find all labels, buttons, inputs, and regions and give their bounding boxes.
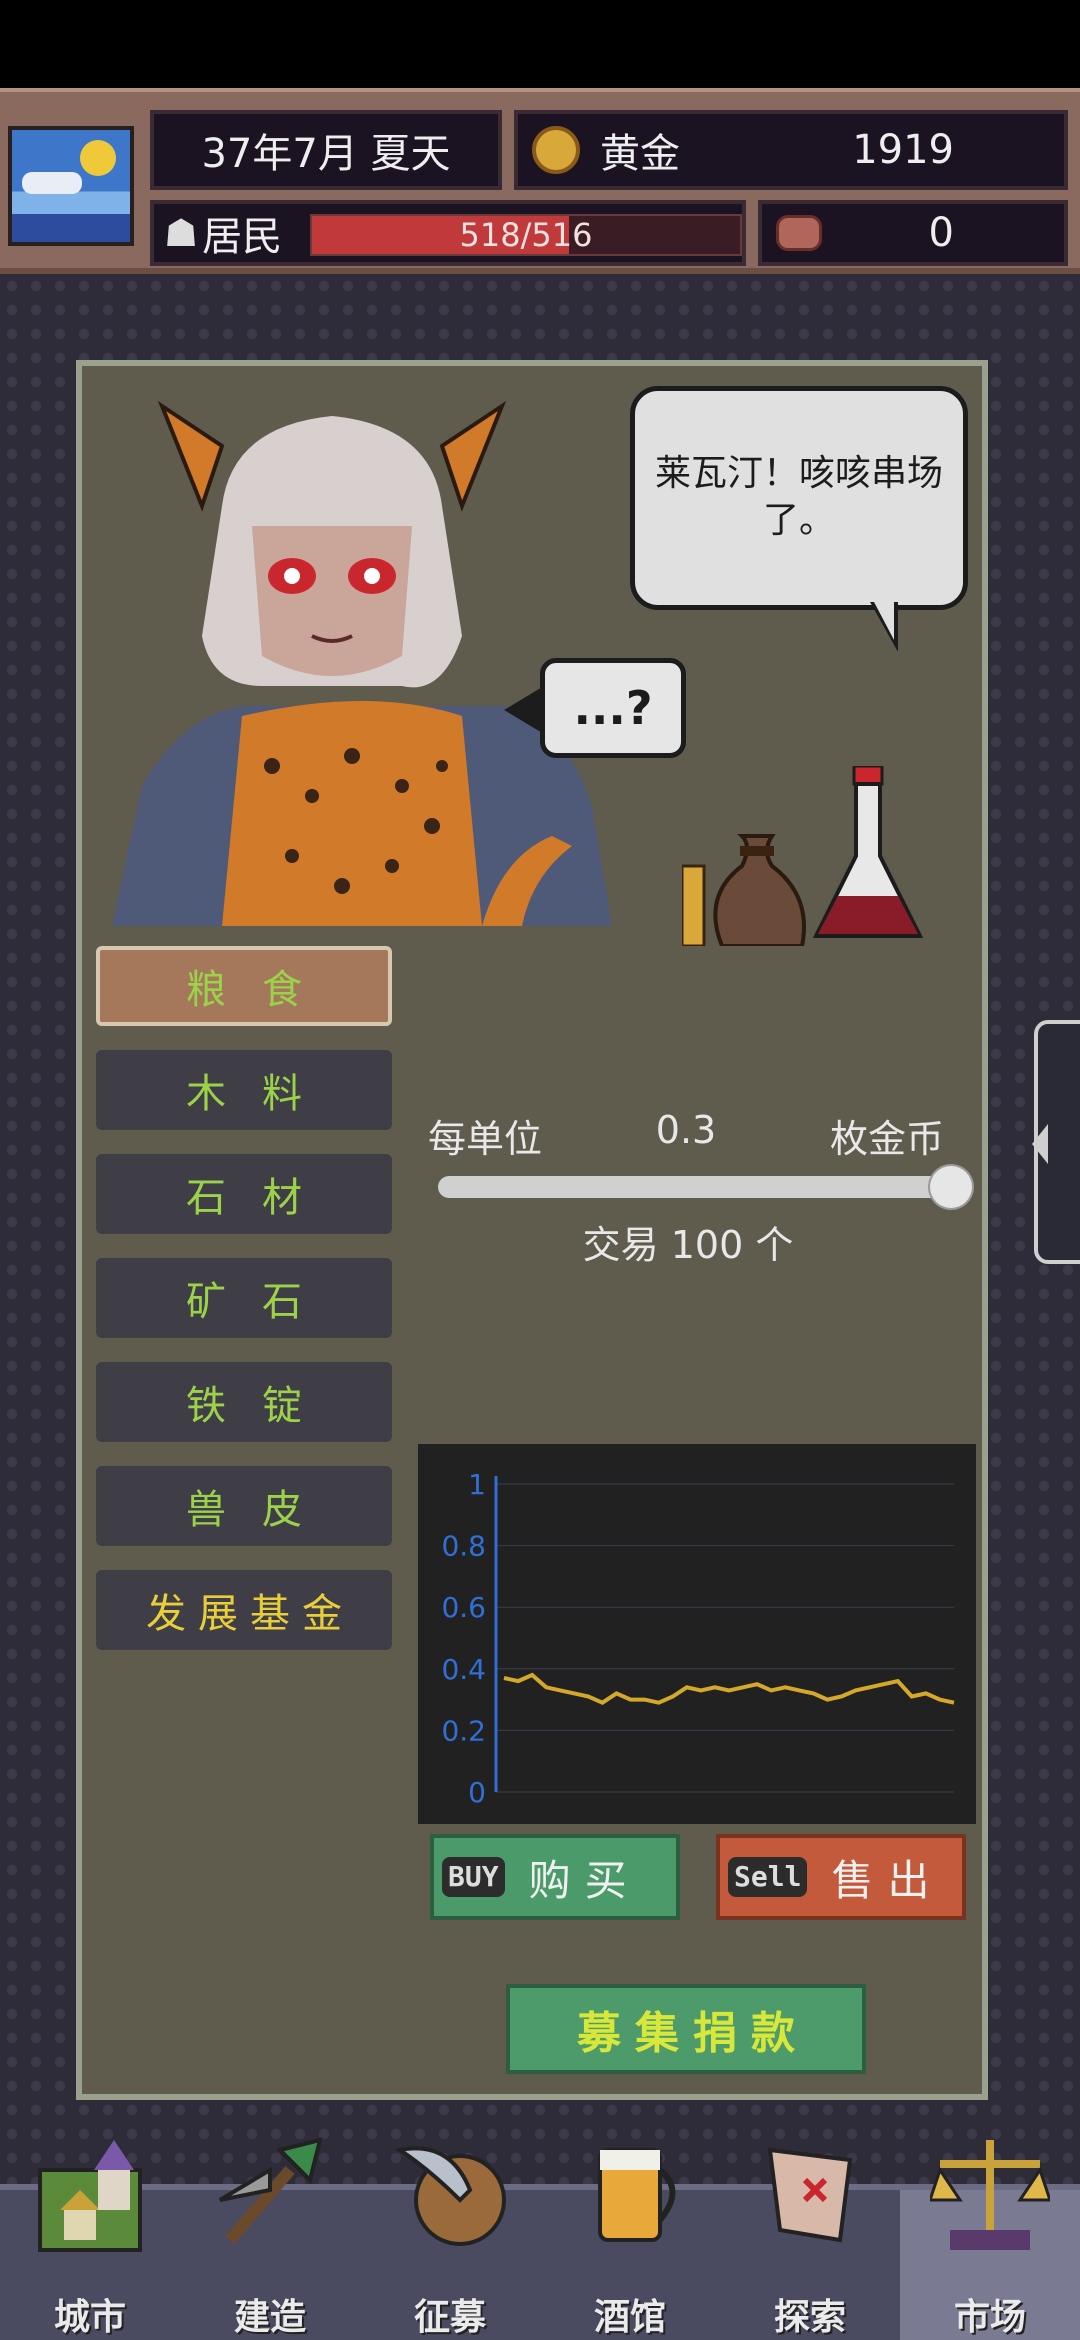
unit-price-row: 每单位 0.3 枚金币 [428, 1108, 944, 1163]
quantity-slider[interactable] [438, 1166, 972, 1208]
nav-recruit[interactable]: 征募 [360, 2146, 540, 2340]
tavern-icon [598, 2148, 676, 2242]
hint-bubble-pointer [504, 686, 544, 734]
sell-tag-icon: Sell [728, 1857, 808, 1897]
residents-label: 居民 [202, 214, 283, 260]
gold-value: 1919 [852, 127, 954, 173]
nav-recruit-label: 征募 [413, 2297, 486, 2338]
buy-button[interactable]: BUY 购买 [430, 1834, 680, 1920]
nav-market[interactable]: 市场 [900, 2140, 1080, 2340]
nav-explore-label: 探索 [773, 2297, 846, 2338]
nav-tavern-label: 酒馆 [593, 2297, 666, 2338]
person-icon: ☗ [164, 211, 199, 255]
trade-amount-text: 交易 100 个 [582, 1223, 794, 1267]
gold-label: 黄金 [600, 131, 680, 177]
resource-iron-ingot-button[interactable]: 铁锭 [96, 1362, 392, 1442]
chart-ytick-label: 0 [468, 1776, 486, 1809]
market-panel: 莱瓦汀！咳咳串场了。 ...? 粮食 木料 石材 矿石 铁锭 兽皮 发展基金 每… [76, 360, 988, 2100]
resource-development-fund-button[interactable]: 发展基金 [96, 1570, 392, 1650]
chart-ytick-label: 0.4 [441, 1653, 486, 1686]
gold-coin-icon [532, 126, 580, 174]
bottom-nav: 城市 建造 征募 酒馆 探索 市场 [0, 2137, 1080, 2340]
sun-icon [80, 140, 116, 176]
chart-ytick-label: 1 [468, 1468, 486, 1501]
buy-tag-icon: BUY [442, 1857, 505, 1897]
chart-price-line [503, 1672, 955, 1705]
residents-display: ☗ 居民 518/516 [150, 200, 746, 266]
city-icon [38, 2140, 142, 2252]
resource-hide-button[interactable]: 兽皮 [96, 1466, 392, 1546]
top-bar: 37年7月 夏天 黄金 1919 ☗ 居民 518/516 0 [0, 88, 1080, 274]
meat-display: 0 [758, 200, 1068, 266]
status-bar [0, 0, 1080, 88]
price-chart: 1 0.8 0.6 0.4 0.2 0 [418, 1444, 976, 1824]
potion-flask-icon [812, 766, 924, 938]
chart-ytick-label: 0.6 [441, 1591, 486, 1624]
resource-stone-button[interactable]: 石材 [96, 1154, 392, 1234]
speech-bubble: 莱瓦汀！咳咳串场了。 [630, 386, 968, 610]
explore-icon [767, 2147, 853, 2243]
resource-food-button[interactable]: 粮食 [96, 946, 392, 1026]
nav-explore[interactable]: 探索 [720, 2147, 900, 2340]
money-bag-icon [682, 834, 806, 946]
resource-wood-button[interactable]: 木料 [96, 1050, 392, 1130]
sell-label: 售出 [831, 1855, 944, 1905]
market-icon [930, 2140, 1050, 2250]
chevron-left-icon [1032, 1124, 1048, 1164]
speech-bubble-tail-fill [874, 602, 894, 640]
meat-icon [776, 215, 822, 251]
unit-price-value: 0.3 [655, 1108, 717, 1152]
build-icon [218, 2137, 323, 2244]
hint-bubble[interactable]: ...? [540, 658, 686, 758]
nav-tavern[interactable]: 酒馆 [540, 2148, 720, 2340]
nav-build[interactable]: 建造 [180, 2137, 360, 2340]
date-display: 37年7月 夏天 [150, 110, 502, 190]
price-chart-svg: 1 0.8 0.6 0.4 0.2 0 [441, 1468, 955, 1809]
gold-display: 黄金 1919 [514, 110, 1068, 190]
buy-label: 购买 [528, 1855, 641, 1905]
slider-knob[interactable] [930, 1166, 972, 1208]
nav-build-label: 建造 [233, 2297, 306, 2338]
currency-label: 枚金币 [829, 1117, 944, 1161]
merchant-portrait [112, 400, 612, 926]
recruit-icon [394, 2146, 506, 2246]
nav-market-label: 市场 [953, 2297, 1026, 2338]
cloud-icon [22, 172, 82, 194]
chart-ytick-label: 0.8 [441, 1530, 486, 1563]
season-avatar[interactable] [8, 126, 134, 246]
donate-button[interactable]: 募集捐款 [506, 1984, 866, 2074]
sell-button[interactable]: Sell 售出 [716, 1834, 966, 1920]
residents-value: 518/516 [459, 216, 593, 254]
resource-ore-button[interactable]: 矿石 [96, 1258, 392, 1338]
per-unit-label: 每单位 [428, 1117, 543, 1161]
meat-value: 0 [928, 210, 954, 256]
nav-city-label: 城市 [53, 2297, 126, 2338]
nav-city[interactable]: 城市 [0, 2140, 180, 2340]
residents-bar: 518/516 [310, 214, 742, 256]
chart-ytick-label: 0.2 [441, 1714, 486, 1747]
side-drawer-tab[interactable] [1032, 1020, 1080, 1264]
